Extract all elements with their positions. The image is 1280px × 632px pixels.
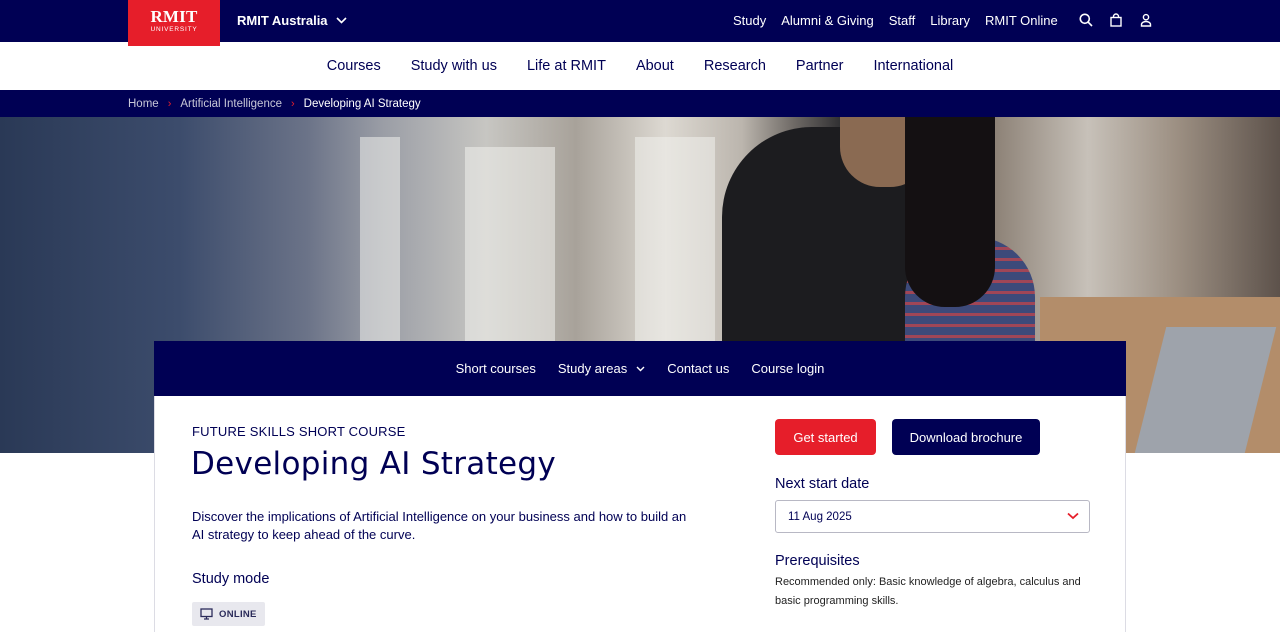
logo-subtext: UNIVERSITY <box>150 26 198 33</box>
chevron-down-icon <box>335 17 347 24</box>
next-start-date-heading: Next start date <box>775 476 870 492</box>
nav-partner[interactable]: Partner <box>796 58 844 74</box>
nav-courses[interactable]: Courses <box>327 58 381 74</box>
breadcrumb: Home › Artificial Intelligence › Develop… <box>0 90 1280 117</box>
chevron-down-icon <box>1067 512 1079 520</box>
course-summary-card: FUTURE SKILLS SHORT COURSE Developing AI… <box>154 396 1126 632</box>
study-mode-badge-label: ONLINE <box>219 608 257 620</box>
get-started-button[interactable]: Get started <box>775 419 876 455</box>
breadcrumb-home[interactable]: Home <box>128 98 159 110</box>
bag-icon[interactable] <box>1109 13 1125 29</box>
util-link-alumni-giving[interactable]: Alumni & Giving <box>781 13 873 28</box>
breadcrumb-current: Developing AI Strategy <box>303 97 421 110</box>
subnav-study-areas[interactable]: Study areas <box>558 361 645 376</box>
chevron-down-icon <box>636 366 645 371</box>
download-brochure-button[interactable]: Download brochure <box>892 419 1040 455</box>
nav-life-at-rmit[interactable]: Life at RMIT <box>527 58 606 74</box>
start-date-value: 11 Aug 2025 <box>788 510 852 523</box>
chevron-right-icon: › <box>291 97 295 110</box>
nav-international[interactable]: International <box>873 58 953 74</box>
course-subnav: Short courses Study areas Contact us Cou… <box>154 341 1126 396</box>
utility-icons <box>1079 13 1169 29</box>
site-switcher[interactable]: RMIT Australia <box>237 13 347 28</box>
search-icon[interactable] <box>1079 13 1095 29</box>
main-nav: Courses Study with us Life at RMIT About… <box>0 42 1280 90</box>
prerequisites-heading: Prerequisites <box>775 553 860 569</box>
chevron-right-icon: › <box>167 97 172 110</box>
subnav-short-courses[interactable]: Short courses <box>456 361 536 376</box>
subnav-contact-us[interactable]: Contact us <box>667 361 729 376</box>
logo-mark: RMIT <box>150 7 198 26</box>
study-mode-badge: ONLINE <box>192 602 265 626</box>
hero-person-hair <box>905 117 995 307</box>
rmit-logo[interactable]: RMIT UNIVERSITY <box>128 0 220 46</box>
nav-research[interactable]: Research <box>704 58 766 74</box>
page-title: Developing AI Strategy <box>191 446 557 482</box>
user-icon[interactable] <box>1139 13 1155 29</box>
study-mode-heading: Study mode <box>192 571 270 587</box>
start-date-select[interactable]: 11 Aug 2025 <box>775 500 1090 533</box>
course-description: Discover the implications of Artificial … <box>192 509 687 542</box>
util-link-rmit-online[interactable]: RMIT Online <box>985 13 1058 28</box>
util-link-staff[interactable]: Staff <box>889 13 916 28</box>
course-eyebrow: FUTURE SKILLS SHORT COURSE <box>192 424 406 439</box>
util-link-study[interactable]: Study <box>733 13 766 28</box>
subnav-study-areas-label: Study areas <box>557 361 628 376</box>
nav-study-with-us[interactable]: Study with us <box>411 58 497 74</box>
site-switcher-label: RMIT Australia <box>237 13 328 28</box>
util-link-library[interactable]: Library <box>930 13 970 28</box>
prerequisites-text: Recommended only: Basic knowledge of alg… <box>775 576 1081 607</box>
subnav-course-login[interactable]: Course login <box>751 361 824 376</box>
monitor-icon <box>200 608 213 620</box>
utility-nav: Study Alumni & Giving Staff Library RMIT… <box>733 13 1073 28</box>
breadcrumb-parent[interactable]: Artificial Intelligence <box>180 98 282 110</box>
nav-about[interactable]: About <box>636 58 674 74</box>
